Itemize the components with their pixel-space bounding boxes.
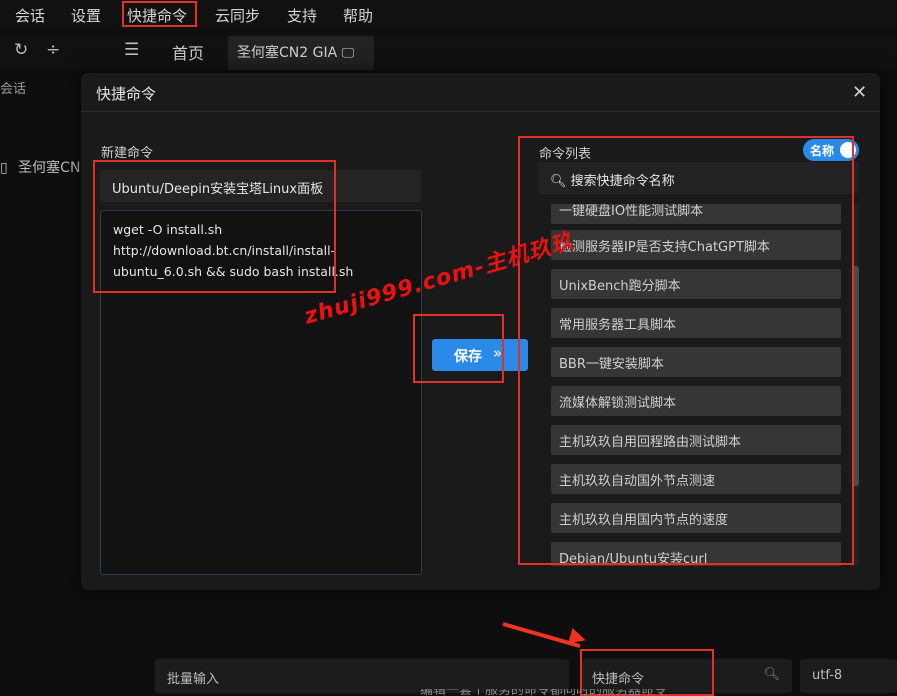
- search-icon: 🔍︎: [550, 174, 567, 189]
- save-button[interactable]: 保存 »: [432, 339, 528, 371]
- list-item[interactable]: 主机玖玖自动国外节点测速: [551, 464, 841, 494]
- menu-cloud-sync[interactable]: 云同步: [215, 5, 260, 26]
- list-item[interactable]: 一键硬盘IO性能测试脚本: [551, 204, 841, 224]
- new-command-label: 新建命令: [101, 146, 154, 161]
- command-list: 一键硬盘IO性能测试脚本 检测服务器IP是否支持ChatGPT脚本 UnixBe…: [538, 204, 860, 566]
- list-item[interactable]: 主机玖玖自用回程路由测试脚本: [551, 425, 841, 455]
- monitor-icon: 🖵: [341, 46, 355, 61]
- tab-server-label: 圣何塞CN2 GIA: [237, 45, 338, 61]
- tab-server[interactable]: 圣何塞CN2 GIA 🖵: [228, 36, 374, 70]
- menu-support[interactable]: 支持: [287, 5, 317, 26]
- split-icon[interactable]: ÷: [46, 40, 60, 60]
- bottom-hint: 编辑一套个服务的命令都同时的服务器命令: [420, 689, 770, 696]
- menu-settings[interactable]: 设置: [71, 5, 101, 26]
- sidebar-item-label: 圣何塞CN2: [18, 160, 90, 176]
- command-name-input[interactable]: Ubuntu/Deepin安装宝塔Linux面板: [100, 170, 421, 202]
- list-item[interactable]: 主机玖玖自用国内节点的速度: [551, 503, 841, 533]
- terminal-icon: ▯: [0, 160, 8, 176]
- close-icon[interactable]: ✕: [852, 82, 867, 103]
- list-item[interactable]: BBR一键安装脚本: [551, 347, 841, 377]
- batch-input[interactable]: 批量输入: [155, 659, 569, 693]
- dialog-header: [81, 73, 880, 112]
- toggle-label: 名称: [810, 144, 835, 158]
- list-menu-icon[interactable]: ☰: [124, 40, 139, 60]
- refresh-icon[interactable]: ↻: [14, 40, 28, 60]
- command-textarea[interactable]: wget -O install.sh http://download.bt.cn…: [100, 210, 422, 575]
- list-item[interactable]: 常用服务器工具脚本: [551, 308, 841, 338]
- search-placeholder: 搜索快捷命令名称: [570, 174, 675, 189]
- command-list-label: 命令列表: [539, 147, 592, 162]
- encoding-select[interactable]: utf-8: [800, 659, 897, 693]
- double-chevron-right-icon: »: [493, 344, 503, 362]
- annotation-arrow: [502, 622, 581, 648]
- command-search-input[interactable]: 🔍︎ 搜索快捷命令名称: [538, 162, 859, 194]
- menu-sessions[interactable]: 会话: [15, 5, 45, 26]
- scrollbar-thumb[interactable]: [852, 266, 859, 486]
- dialog-title: 快捷命令: [96, 85, 157, 103]
- list-item[interactable]: 检测服务器IP是否支持ChatGPT脚本: [551, 230, 841, 260]
- sidebar-item-server[interactable]: ▯ 圣何塞CN2: [0, 157, 89, 177]
- name-toggle[interactable]: 名称: [803, 139, 859, 161]
- save-button-label: 保存: [454, 349, 482, 365]
- menu-quick-commands[interactable]: 快捷命令: [127, 5, 187, 26]
- list-item[interactable]: Debian/Ubuntu安装curl: [551, 542, 841, 566]
- search-icon: 🔍︎: [763, 667, 780, 682]
- menu-help[interactable]: 帮助: [343, 5, 373, 26]
- tab-home[interactable]: 首页: [172, 40, 204, 64]
- list-item[interactable]: UnixBench跑分脚本: [551, 269, 841, 299]
- sidebar-header: 会话: [0, 82, 27, 97]
- toggle-knob: [840, 142, 856, 158]
- quick-command-placeholder: 快捷命令: [592, 672, 645, 687]
- list-item[interactable]: 流媒体解锁测试脚本: [551, 386, 841, 416]
- quick-command-input[interactable]: 快捷命令 🔍︎: [580, 659, 792, 693]
